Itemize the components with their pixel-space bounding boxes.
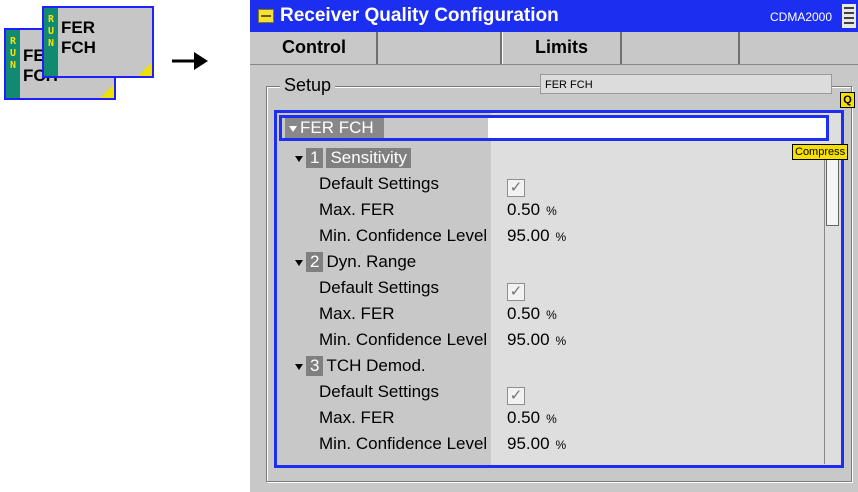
instrument-status-icon xyxy=(842,4,856,28)
run-icon-line1: FER xyxy=(61,18,95,37)
tree-row[interactable]: Default Settings ✓ xyxy=(277,275,837,301)
default-settings-checkbox[interactable]: ✓ xyxy=(507,387,525,405)
window-title: Receiver Quality Configuration xyxy=(280,5,559,26)
config-window: Receiver Quality Configuration CDMA2000 … xyxy=(250,0,858,492)
tree-row[interactable]: Min. Confidence Level 95.00% xyxy=(277,327,837,353)
expand-triangle-icon xyxy=(295,259,303,266)
tab-control[interactable]: Control xyxy=(250,32,378,64)
expand-triangle-icon xyxy=(289,125,297,132)
right-arrow-icon xyxy=(172,52,208,70)
setup-value-field[interactable]: FER FCH xyxy=(540,74,832,94)
min-confidence-value[interactable]: 95.00 xyxy=(507,226,550,245)
run-bar: R U N xyxy=(6,30,20,98)
tree-group-sensitivity[interactable]: 1 Sensitivity xyxy=(277,145,837,171)
tab-empty-1[interactable] xyxy=(378,32,502,64)
tab-empty-2[interactable] xyxy=(622,32,740,64)
compress-button[interactable]: Compress xyxy=(792,144,849,160)
tree-row[interactable]: Max. FER 0.50% xyxy=(277,301,837,327)
setup-label: Setup xyxy=(280,75,336,96)
tree-scrollbar[interactable] xyxy=(824,150,841,464)
tree-group-dyn-range[interactable]: 2 Dyn. Range xyxy=(277,249,837,275)
tree-root-item[interactable]: FER FCH xyxy=(282,118,488,138)
standard-label: CDMA2000 xyxy=(770,10,833,24)
tree-group-tch-demod[interactable]: 3 TCH Demod. xyxy=(277,353,837,379)
tab-empty-3[interactable] xyxy=(740,32,858,64)
settings-tree: FER FCH 1 Sensitivity Default Settings ✓ … xyxy=(274,110,844,468)
tree-row[interactable]: Default Settings ✓ xyxy=(277,171,837,197)
tab-limits[interactable]: Limits xyxy=(502,32,622,64)
run-icon-front[interactable]: R U N FER FCH xyxy=(42,6,154,78)
default-settings-checkbox[interactable]: ✓ xyxy=(507,283,525,301)
max-fer-value[interactable]: 0.50 xyxy=(507,408,540,427)
tree-row[interactable]: Max. FER 0.50% xyxy=(277,405,837,431)
scrollbar-thumb[interactable] xyxy=(826,158,839,226)
default-settings-checkbox[interactable]: ✓ xyxy=(507,179,525,197)
tab-bar: Control Limits xyxy=(250,32,858,65)
tree-row[interactable]: Max. FER 0.50% xyxy=(277,197,837,223)
min-confidence-value[interactable]: 95.00 xyxy=(507,330,550,349)
expand-triangle-icon xyxy=(295,155,303,162)
corner-marker-icon xyxy=(100,84,114,98)
window-menu-icon[interactable] xyxy=(258,9,274,23)
title-bar: Receiver Quality Configuration CDMA2000 xyxy=(250,0,858,32)
max-fer-value[interactable]: 0.50 xyxy=(507,200,540,219)
min-confidence-value[interactable]: 95.00 xyxy=(507,434,550,453)
tree-row[interactable]: Default Settings ✓ xyxy=(277,379,837,405)
tree-row[interactable]: Min. Confidence Level 95.00% xyxy=(277,223,837,249)
run-icon-line2: FCH xyxy=(61,38,96,57)
tree-row[interactable]: Min. Confidence Level 95.00% xyxy=(277,431,837,457)
run-bar: R U N xyxy=(44,8,58,76)
q-button[interactable]: Q xyxy=(840,92,855,108)
max-fer-value[interactable]: 0.50 xyxy=(507,304,540,323)
expand-triangle-icon xyxy=(295,363,303,370)
corner-marker-icon xyxy=(138,62,152,76)
